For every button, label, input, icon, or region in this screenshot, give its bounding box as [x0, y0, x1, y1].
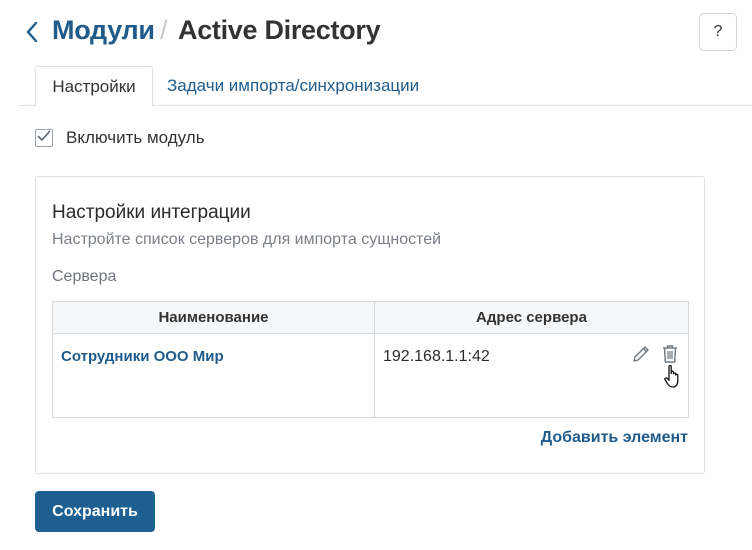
help-button[interactable]: ?: [699, 13, 737, 51]
page-title: Active Directory: [178, 15, 381, 45]
server-name-link[interactable]: Сотрудники ООО Мир: [61, 348, 224, 365]
servers-label: Сервера: [52, 268, 117, 285]
hand-cursor-icon: [662, 363, 684, 389]
tab-import-sync-tasks[interactable]: Задачи импорта/синхронизации: [167, 66, 419, 106]
tab-settings[interactable]: Настройки: [35, 66, 153, 106]
column-header-name: Наименование: [158, 309, 269, 326]
enable-module-row: Включить модуль: [35, 128, 205, 148]
enable-module-checkbox[interactable]: [35, 129, 53, 147]
table-row: Сотрудники ООО Мир 192.168.1.1:42: [53, 334, 688, 417]
server-address: 192.168.1.1:42: [383, 348, 490, 365]
servers-table: Наименование Адрес сервера Сотрудники ОО…: [52, 301, 689, 418]
integration-subtitle: Настройте список серверов для импорта су…: [52, 231, 442, 248]
breadcrumb-modules-link[interactable]: Модули: [52, 15, 155, 46]
page-header: Модули / Active Directory ?: [0, 0, 752, 66]
checkmark-icon: [37, 129, 51, 147]
save-button[interactable]: Сохранить: [35, 491, 155, 532]
breadcrumb-separator: /: [160, 15, 168, 45]
column-header-address: Адрес сервера: [476, 309, 587, 326]
integration-title: Настройки интеграции: [52, 202, 251, 223]
question-icon: ?: [713, 23, 723, 40]
add-element-link[interactable]: Добавить элемент: [541, 429, 688, 447]
edit-row-button[interactable]: [630, 345, 652, 367]
chevron-left-icon: [25, 21, 39, 48]
back-button[interactable]: [20, 20, 44, 48]
pencil-icon: [631, 344, 651, 369]
integration-settings-panel: Настройки интеграции Настройте список се…: [35, 176, 705, 474]
enable-module-label: Включить модуль: [66, 128, 205, 147]
table-header-row: Наименование Адрес сервера: [53, 302, 688, 334]
